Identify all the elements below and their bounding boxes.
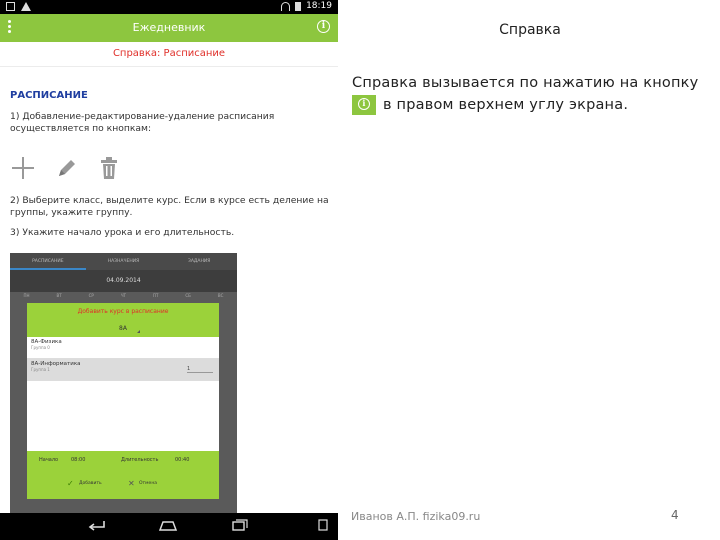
back-icon[interactable] (88, 519, 106, 531)
help-step-3: 3) Укажите начало урока и его длительнос… (10, 227, 235, 238)
add-course-dialog: Добавить курс в расписание 8А 8А-Физика … (27, 303, 219, 499)
start-time-input[interactable]: 08:00 (71, 457, 85, 463)
dialog-footer: Начало 08:00 Длительность 00:40 ✓ Добави… (27, 451, 219, 499)
home-icon[interactable] (158, 519, 178, 531)
embedded-screenshot: РАСПИСАНИЕ НАЗНАЧЕНИЯ ЗАДАНИЯ 04.09.2014… (10, 253, 237, 513)
duration-label: Длительность (121, 457, 159, 463)
start-label: Начало (39, 457, 59, 463)
weekday-label: ВТ (56, 293, 62, 298)
cancel-button[interactable]: Отмена (139, 481, 157, 486)
keyboard-icon[interactable] (318, 519, 328, 531)
class-select[interactable]: 8А (27, 321, 219, 337)
course-item[interactable]: 8А-Физика Группа 0 (27, 337, 219, 359)
weekday-label: СБ (185, 293, 191, 298)
info-icon[interactable]: i (317, 20, 330, 33)
app-title: Ежедневник (132, 21, 206, 34)
check-icon: ✓ (67, 479, 74, 488)
status-time: 18:19 (306, 1, 332, 11)
slide-text: Справка вызывается по нажатию на кнопку … (352, 72, 702, 116)
navigation-bar (0, 513, 338, 540)
help-content: РАСПИСАНИЕ 1) Добавление-редактирование-… (10, 90, 330, 247)
course-group: Группа 0 (31, 345, 50, 350)
add-button[interactable]: Добавить (79, 481, 102, 486)
embedded-date: 04.09.2014 (10, 270, 237, 292)
status-bar: 18:19 (0, 0, 338, 14)
help-subtitle: Справка: Расписание (0, 42, 338, 67)
slide-text-line-2: в правом верхнем углу экрана. (383, 97, 629, 113)
pencil-icon (59, 160, 75, 176)
slide-page-number: 4 (671, 508, 679, 522)
dialog-title: Добавить курс в расписание (27, 303, 219, 321)
info-icon (352, 95, 376, 115)
group-select[interactable]: 1 (187, 366, 213, 373)
plus-icon (12, 157, 34, 179)
app-bar: Ежедневник i (0, 14, 338, 42)
phone-screenshot: 18:19 Ежедневник i Справка: Расписание Р… (0, 0, 338, 540)
close-icon: ✕ (128, 479, 135, 488)
recent-apps-icon[interactable] (232, 519, 248, 531)
weekday-label: ПН (23, 293, 30, 298)
slide-text-line-1: Справка вызывается по нажатию на кнопку (352, 75, 699, 91)
help-step-2: 2) Выберите класс, выделите курс. Если в… (10, 195, 329, 218)
trash-icon (101, 157, 117, 179)
wifi-icon (281, 1, 291, 11)
slide-title: Справка (499, 22, 561, 38)
battery-icon (295, 1, 302, 11)
notification-icon (6, 2, 15, 11)
help-step-1: 1) Добавление-редактирование-удаление ра… (10, 111, 275, 134)
section-title: РАСПИСАНИЕ (10, 90, 88, 101)
weekday-label: СР (88, 293, 94, 298)
tool-icons (12, 155, 330, 181)
embedded-tab: ЗАДАНИЯ (187, 259, 211, 264)
weekday-label: ПТ (152, 293, 159, 298)
embedded-weekdays: ПН ВТ СР ЧТ ПТ СБ ВС (10, 293, 237, 303)
weekday-label: ВС (217, 293, 224, 298)
slide-footer-author: Иванов А.П. fizika09.ru (351, 510, 481, 523)
embedded-tab: НАЗНАЧЕНИЯ (107, 259, 140, 264)
warning-icon (21, 2, 31, 11)
course-item[interactable]: 8А-Информатика Группа 1 1 (27, 359, 219, 381)
weekday-label: ЧТ (120, 293, 126, 298)
duration-input[interactable]: 00:40 (175, 457, 189, 463)
